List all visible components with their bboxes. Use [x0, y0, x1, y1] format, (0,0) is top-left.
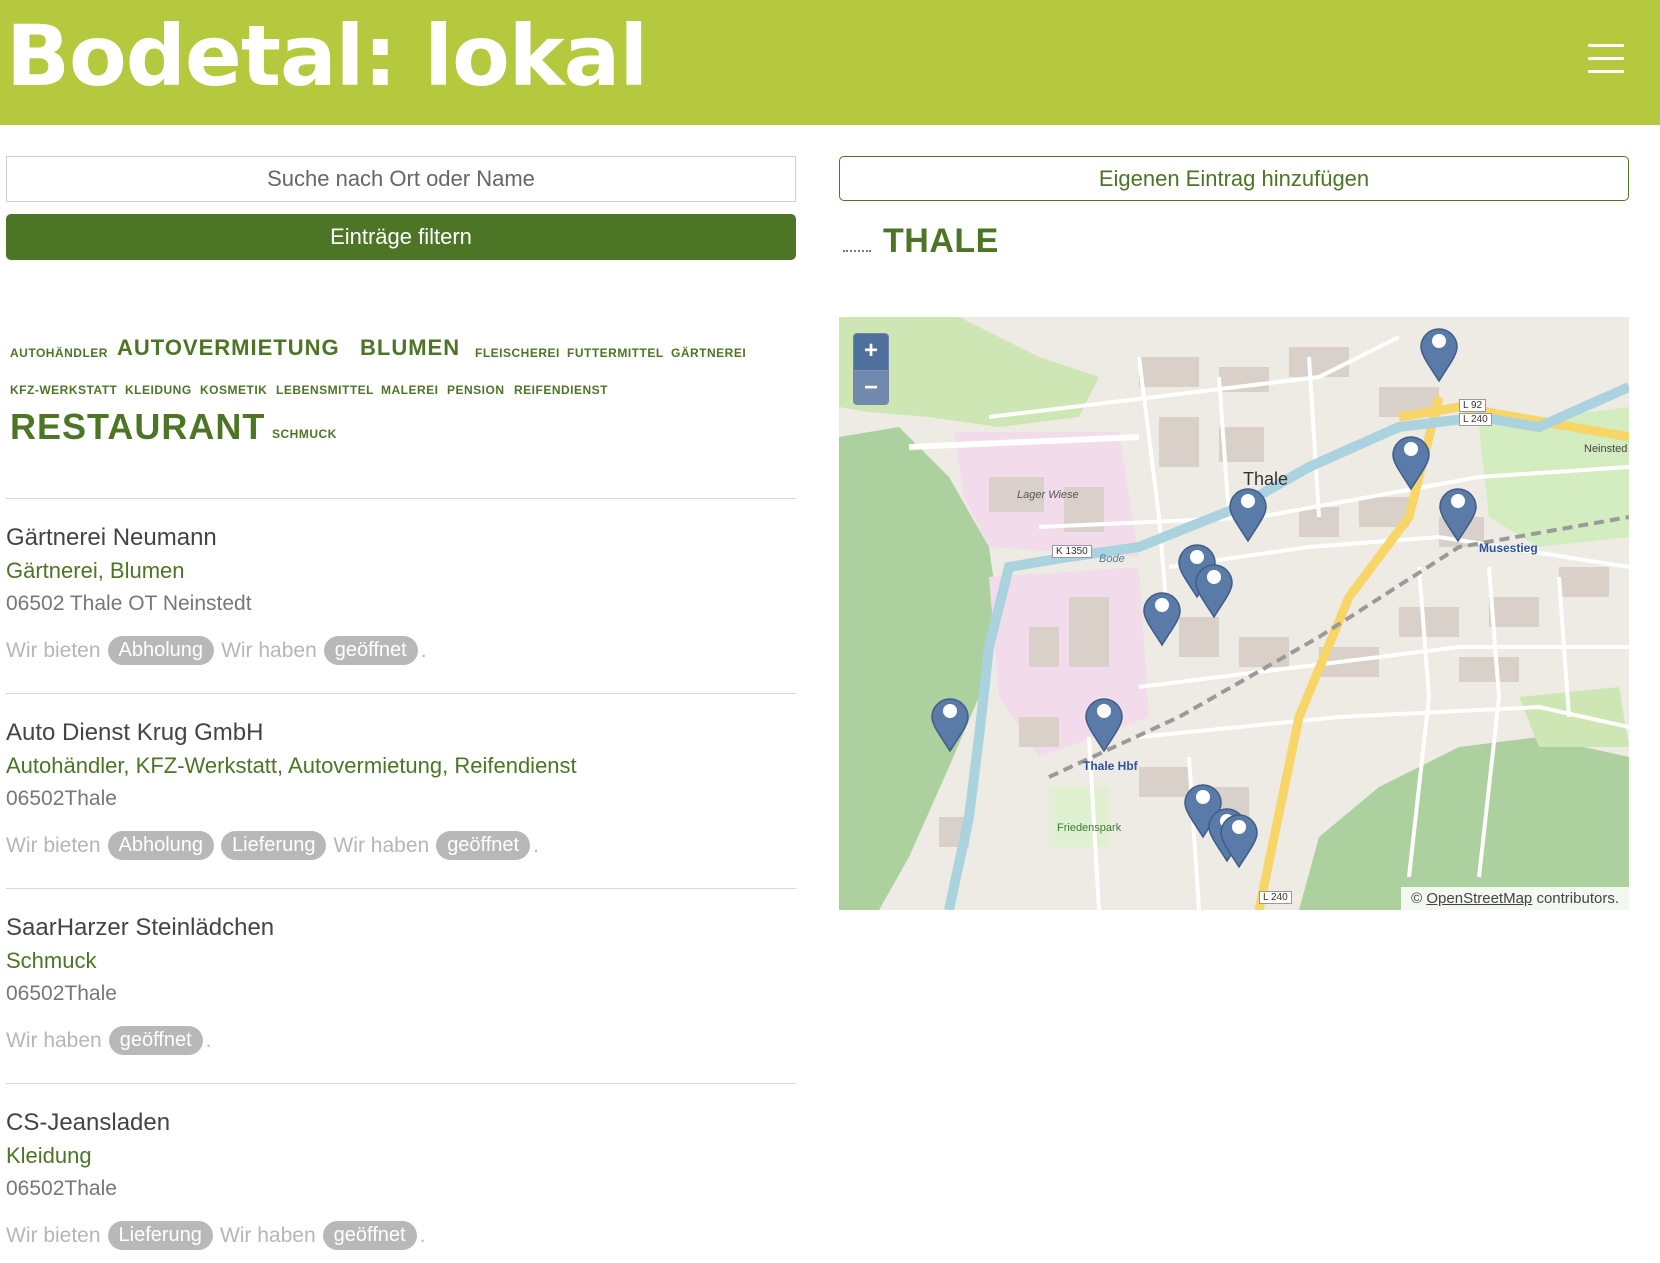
map-label-road-l92: L 92 [1459, 399, 1487, 412]
status-badge: geöffnet [108, 1026, 203, 1055]
attribution-suffix: contributors. [1536, 890, 1619, 907]
map-label-road-l240-south: L 240 [1259, 891, 1292, 904]
map-label-road-l240: L 240 [1459, 413, 1492, 426]
map-label-stop: Musestieg [1479, 541, 1538, 555]
menu-line [1588, 70, 1624, 73]
tag-kleidung[interactable]: KLEIDUNG [125, 383, 192, 397]
map-label-park: Friedenspark [1057, 822, 1122, 834]
offer-badge: Abholung [107, 636, 215, 665]
tag-pension[interactable]: PENSION [447, 383, 505, 397]
sentence-end: . [533, 833, 539, 857]
sentence-end: . [205, 1028, 212, 1052]
zoom-out-button[interactable]: − [854, 370, 888, 404]
tag-futtermittel[interactable]: FUTTERMITTEL [567, 346, 664, 360]
zoom-in-button[interactable]: + [854, 334, 888, 370]
hamburger-menu-icon[interactable] [1588, 44, 1624, 76]
city-heading-decoration [843, 250, 871, 253]
offer-badge: Lieferung [107, 1221, 213, 1250]
tag-reifendienst[interactable]: REIFENDIENST [514, 383, 608, 397]
entry-categories: Gärtnerei, Blumen [6, 558, 185, 583]
entry-address: 06502Thale [6, 982, 117, 1005]
offer-prefix: Wir bieten [6, 1223, 101, 1247]
divider [6, 888, 796, 889]
status-prefix: Wir haben [333, 833, 430, 857]
header-bar: Bodetal: lokal [0, 0, 1660, 125]
entry-categories: Schmuck [6, 948, 97, 973]
tag-kfz-werkstatt[interactable]: KFZ-WERKSTATT [10, 383, 117, 397]
tag-kosmetik[interactable]: KOSMETIK [200, 383, 267, 397]
site-logo[interactable]: Bodetal: lokal [6, 14, 648, 98]
menu-line [1588, 57, 1624, 60]
map-zoom-control: + − [853, 333, 889, 405]
map-label-town: Thale [1243, 469, 1289, 489]
status-badge: geöffnet [436, 831, 531, 860]
tag-fleischerei[interactable]: FLEISCHEREI [475, 346, 560, 360]
offer-prefix: Wir bieten [6, 638, 101, 662]
status-badge: geöffnet [322, 1221, 417, 1250]
map-label-station: Thale Hbf [1083, 759, 1138, 773]
tag-malerei[interactable]: MALEREI [381, 383, 439, 397]
status-prefix: Wir haben [6, 1028, 102, 1052]
divider [6, 693, 796, 694]
map-label-road-k1350: K 1350 [1052, 545, 1092, 558]
tag-schmuck[interactable]: SCHMUCK [272, 427, 337, 441]
entry-features: Wir bieten Lieferung Wir haben geöffnet … [6, 1221, 425, 1250]
tag-autohaendler[interactable]: AUTOHÄNDLER [10, 346, 108, 360]
tag-restaurant[interactable]: RESTAURANT [10, 406, 265, 448]
openstreetmap-link[interactable]: OpenStreetMap [1426, 890, 1532, 907]
entry-address: 06502 Thale OT Neinstedt [6, 592, 252, 615]
menu-line [1588, 44, 1624, 47]
attribution-prefix: © [1411, 890, 1423, 907]
green-area [1519, 687, 1629, 747]
status-badge: geöffnet [323, 636, 418, 665]
tag-gaertnerei[interactable]: GÄRTNEREI [671, 346, 746, 360]
divider [6, 498, 796, 499]
tag-lebensmittel[interactable]: LEBENSMITTEL [276, 383, 374, 397]
entry-name[interactable]: Auto Dienst Krug GmbH [6, 719, 263, 747]
offer-badge: Abholung [107, 831, 215, 860]
search-input[interactable] [6, 156, 796, 202]
entry-features: Wir haben geöffnet . [6, 1026, 212, 1055]
entry-features: Wir bieten Abholung Wir haben geöffnet . [6, 636, 427, 665]
entry-categories: Kleidung [6, 1143, 92, 1168]
entry-name[interactable]: SaarHarzer Steinlädchen [6, 914, 274, 942]
add-entry-button[interactable]: Eigenen Eintrag hinzufügen [839, 156, 1629, 201]
entry-categories: Autohändler, KFZ-Werkstatt, Autovermietu… [6, 753, 577, 778]
status-prefix: Wir haben [221, 638, 317, 662]
sentence-end: . [419, 1223, 426, 1247]
entry-address: 06502Thale [6, 787, 117, 810]
map-label-area: Neinsted [1584, 443, 1628, 455]
map-label-river: Bode [1099, 553, 1125, 565]
sentence-end: . [420, 638, 427, 662]
map-canvas[interactable] [839, 317, 1629, 910]
map-attribution: © OpenStreetMap contributors. [1401, 887, 1629, 910]
tag-blumen[interactable]: BLUMEN [360, 335, 460, 361]
entry-features: Wir bieten Abholung Lieferung Wir haben … [6, 831, 539, 860]
park-area [1049, 787, 1109, 847]
entry-address: 06502Thale [6, 1177, 117, 1200]
map-widget[interactable]: Thale Thale Hbf Friedenspark Lager Wiese… [839, 317, 1629, 910]
filter-entries-button[interactable]: Einträge filtern [6, 214, 796, 260]
status-prefix: Wir haben [219, 1223, 316, 1247]
offer-badge: Lieferung [221, 831, 327, 860]
entry-name[interactable]: CS-Jeansladen [6, 1109, 170, 1137]
entry-name[interactable]: Gärtnerei Neumann [6, 524, 217, 552]
offer-prefix: Wir bieten [6, 833, 101, 857]
map-label-meadow: Lager Wiese [1017, 489, 1079, 501]
tag-autovermietung[interactable]: AUTOVERMIETUNG [117, 335, 340, 361]
city-title: THALE [883, 222, 999, 260]
divider [6, 1083, 796, 1084]
